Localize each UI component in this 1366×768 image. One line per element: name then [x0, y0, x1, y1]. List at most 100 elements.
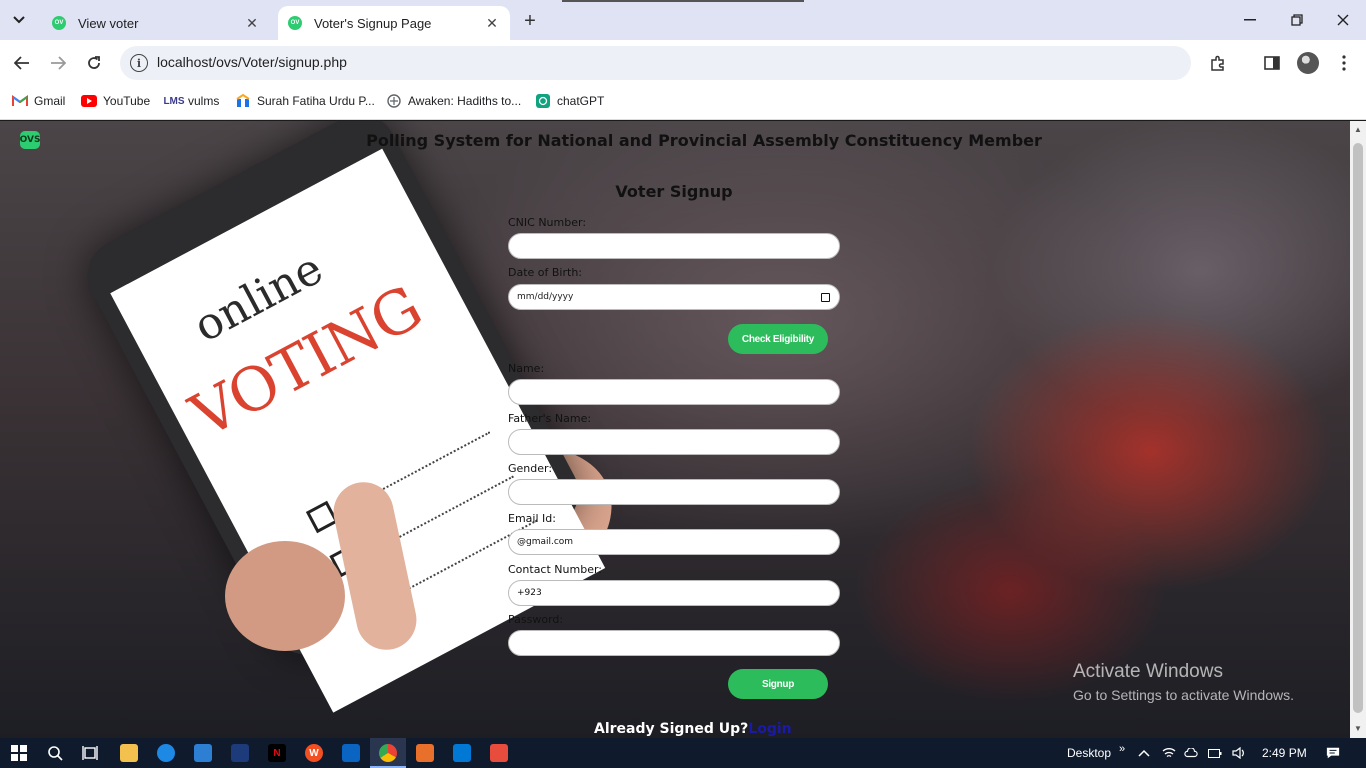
xampp-icon[interactable]: [416, 744, 434, 762]
bookmark-gmail[interactable]: Gmail: [12, 94, 65, 108]
page-scrollbar[interactable]: ▲ ▼: [1350, 121, 1366, 738]
dob-input[interactable]: mm/dd/yyyy: [508, 284, 840, 310]
mail-icon[interactable]: [342, 744, 360, 762]
gender-input[interactable]: [508, 479, 840, 505]
father-name-input[interactable]: [508, 429, 840, 455]
forward-arrow-icon[interactable]: [47, 52, 69, 74]
login-link[interactable]: Login: [748, 721, 791, 737]
bookmark-label: vulms: [188, 94, 220, 108]
more-options-icon[interactable]: [1333, 52, 1355, 74]
password-input[interactable]: [508, 630, 840, 656]
form-title: Voter Signup: [615, 182, 733, 201]
site-info-icon[interactable]: i: [130, 54, 148, 72]
close-window-icon[interactable]: [1331, 8, 1355, 32]
bookmark-youtube[interactable]: YouTube: [81, 94, 150, 108]
dob-placeholder: mm/dd/yyyy: [517, 292, 574, 302]
hand-illustration: [225, 541, 345, 651]
chrome-icon[interactable]: [379, 744, 397, 762]
windows-taskbar: N W Desktop » 2:49 PM: [0, 738, 1366, 768]
bookmark-surah-fatiha[interactable]: Surah Fatiha Urdu P...: [235, 94, 375, 108]
cloud-icon[interactable]: [1184, 746, 1198, 760]
close-tab-icon[interactable]: ✕: [482, 13, 502, 33]
file-explorer-icon[interactable]: [120, 744, 138, 762]
tab-search-chevron-icon[interactable]: [8, 9, 30, 31]
desktop-toolbar-label[interactable]: Desktop: [1067, 746, 1111, 760]
battery-icon[interactable]: [1208, 746, 1222, 760]
bookmarks-bar: Gmail YouTube LMS vulms Surah Fatiha Urd…: [0, 86, 1366, 120]
profile-avatar[interactable]: [1297, 52, 1319, 74]
scroll-up-icon[interactable]: ▲: [1354, 125, 1362, 134]
cnic-label: CNIC Number:: [508, 216, 587, 229]
signup-button[interactable]: Signup: [728, 669, 828, 699]
already-signed-up-text: Already Signed Up?: [594, 721, 749, 737]
new-tab-icon[interactable]: +: [519, 10, 541, 32]
youtube-icon: [81, 94, 97, 108]
netflix-icon[interactable]: N: [268, 744, 286, 762]
windows-start-icon[interactable]: [10, 744, 28, 762]
bookmark-label: Awaken: Hadiths to...: [408, 94, 522, 108]
recorder-icon[interactable]: [490, 744, 508, 762]
bookmark-vulms[interactable]: LMS vulms: [163, 94, 220, 108]
address-bar[interactable]: i localhost/ovs/Voter/signup.php: [120, 46, 1191, 80]
tab-title: Voter's Signup Page: [314, 15, 432, 31]
contact-label: Contact Number:: [508, 563, 602, 576]
email-input[interactable]: @gmail.com: [508, 529, 840, 555]
password-label: Password:: [508, 613, 564, 626]
awaken-icon: [386, 94, 402, 108]
page-viewport: online VOTING OVS Polling System for Nat…: [0, 121, 1350, 738]
bookmark-label: Surah Fatiha Urdu P...: [257, 94, 375, 108]
word-app-icon[interactable]: [231, 744, 249, 762]
bookmark-chatgpt[interactable]: chatGPT: [535, 94, 604, 108]
side-panel-icon[interactable]: [1261, 52, 1283, 74]
bookmark-label: YouTube: [103, 94, 151, 108]
gmail-icon: [12, 94, 28, 108]
check-eligibility-button[interactable]: Check Eligibility: [728, 324, 828, 354]
watermark-title: Activate Windows: [1073, 661, 1223, 682]
activate-windows-watermark: Activate Windows Go to Settings to activ…: [1073, 661, 1294, 703]
clock-time[interactable]: 2:49 PM: [1262, 746, 1307, 760]
bookmark-label: chatGPT: [557, 94, 605, 108]
tab-voter-signup[interactable]: OV Voter's Signup Page ✕: [278, 6, 510, 40]
chevron-up-icon[interactable]: [1137, 746, 1151, 760]
store-icon[interactable]: [194, 744, 212, 762]
cnic-input[interactable]: [508, 233, 840, 259]
tab-view-voter[interactable]: OV View voter ✕: [40, 6, 270, 40]
browser-tab-bar: OV View voter ✕ OV Voter's Signup Page ✕…: [0, 0, 1366, 40]
minimize-icon[interactable]: [1238, 8, 1262, 32]
calendar-icon[interactable]: [821, 293, 830, 302]
page-title: Polling System for National and Provinci…: [366, 131, 1042, 150]
notification-icon[interactable]: [1326, 746, 1340, 760]
tab-title: View voter: [78, 15, 139, 31]
site-favicon-icon: OV: [52, 16, 66, 30]
father-name-label: Father's Name:: [508, 412, 592, 425]
bookmark-label: Gmail: [34, 94, 66, 108]
scrollbar-thumb[interactable]: [1353, 143, 1363, 713]
contact-input[interactable]: +923: [508, 580, 840, 606]
already-signed-up: Already Signed Up?Login: [594, 721, 792, 737]
name-input[interactable]: [508, 379, 840, 405]
bookmark-awaken[interactable]: Awaken: Hadiths to...: [386, 94, 521, 108]
wifi-icon[interactable]: [1162, 746, 1176, 760]
chatgpt-icon: [535, 94, 551, 108]
url-text[interactable]: localhost/ovs/Voter/signup.php: [157, 54, 347, 70]
volume-icon[interactable]: [1232, 746, 1246, 760]
task-view-icon[interactable]: [81, 744, 99, 762]
edge-icon[interactable]: [157, 744, 175, 762]
wps-icon[interactable]: W: [305, 744, 323, 762]
search-icon[interactable]: [46, 744, 64, 762]
name-label: Name:: [508, 362, 545, 375]
restore-icon[interactable]: [1285, 8, 1309, 32]
scroll-down-icon[interactable]: ▼: [1354, 724, 1362, 733]
vscode-icon[interactable]: [453, 744, 471, 762]
close-tab-icon[interactable]: ✕: [242, 13, 262, 33]
reload-icon[interactable]: [83, 52, 105, 74]
browser-toolbar: i localhost/ovs/Voter/signup.php: [0, 40, 1366, 110]
double-chevron-icon[interactable]: »: [1115, 742, 1129, 756]
vulms-icon: LMS: [163, 95, 185, 107]
extensions-icon[interactable]: [1207, 52, 1229, 74]
email-label: Email Id:: [508, 512, 556, 525]
back-arrow-icon[interactable]: [11, 52, 33, 74]
site-favicon-icon: OV: [288, 16, 302, 30]
watermark-subtitle: Go to Settings to activate Windows.: [1073, 687, 1294, 703]
gender-label: Gender:: [508, 462, 553, 475]
